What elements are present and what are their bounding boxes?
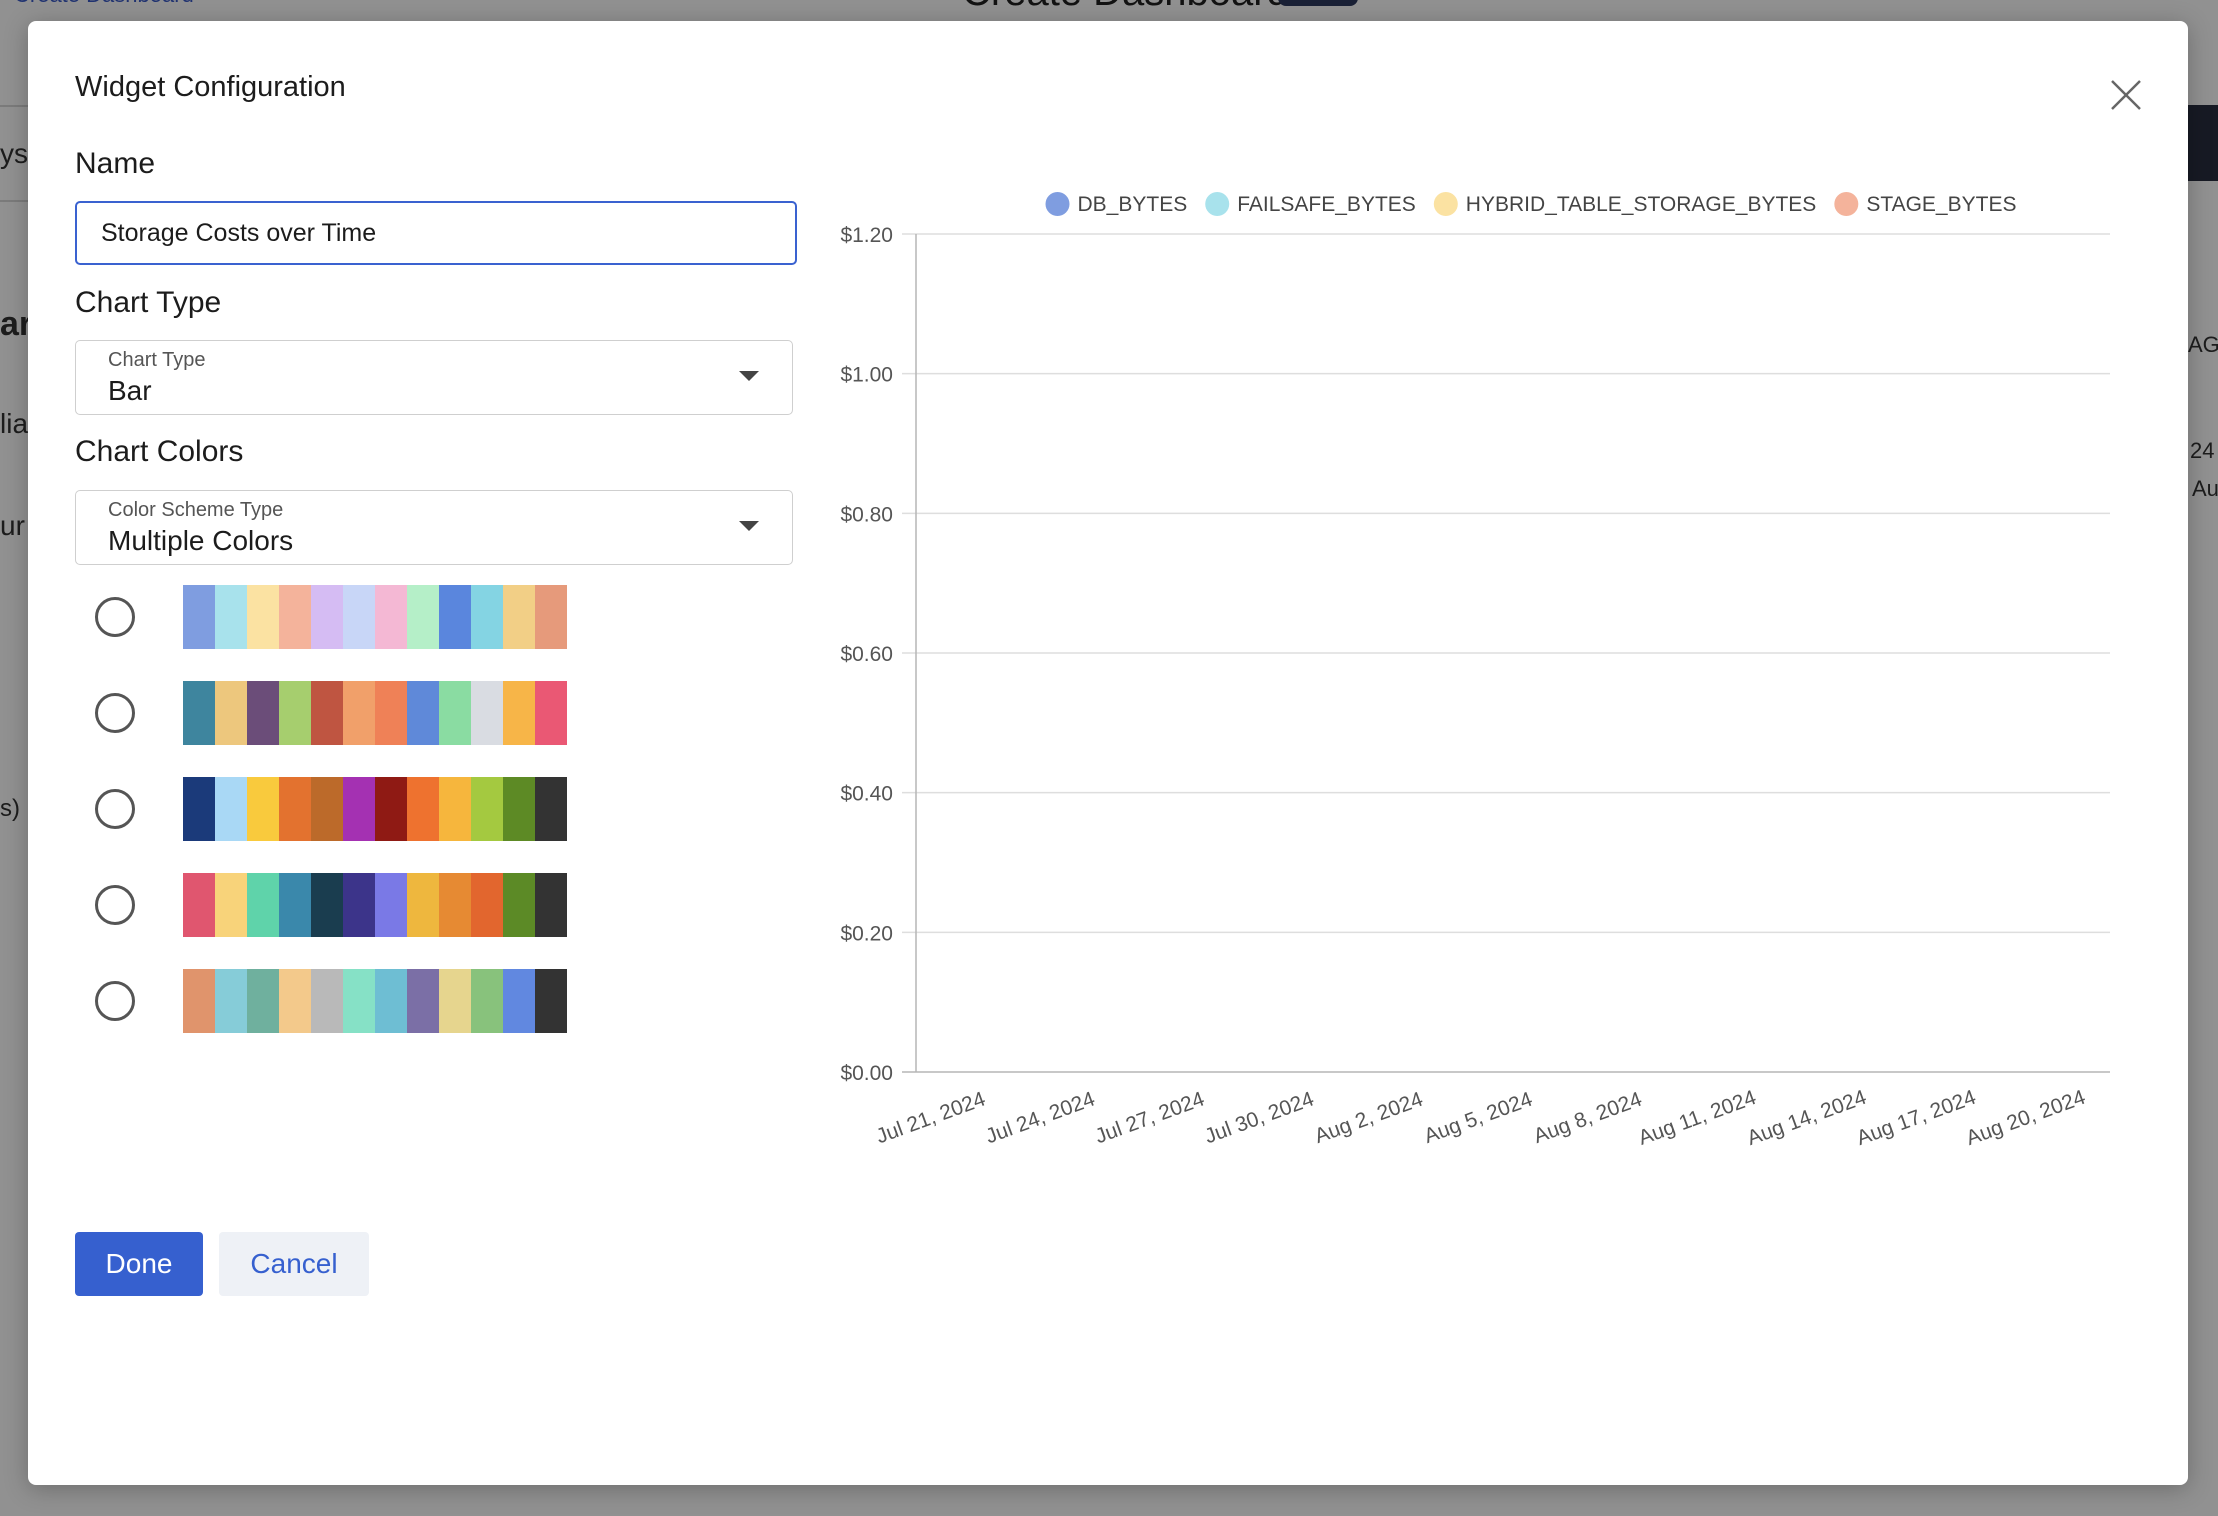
legend-dot xyxy=(1205,192,1230,216)
x-tick-label: Jul 27, 2024 xyxy=(1092,1087,1208,1148)
chart-grid xyxy=(902,233,2110,1073)
x-tick-label: Jul 24, 2024 xyxy=(983,1087,1099,1148)
storage-costs-chart: DB_BYTES FAILSAFE_BYTES HYBRID_TABLE_STORA… xyxy=(840,192,2110,1150)
chart-legend: DB_BYTES FAILSAFE_BYTES HYBRID_TABLE_STORA… xyxy=(1045,192,2016,216)
legend-dot xyxy=(1433,192,1458,216)
y-tick-label: $1.00 xyxy=(840,364,893,387)
legend-label: HYBRID_TABLE_STORAGE_BYTES xyxy=(1466,193,1817,216)
legend-item: STAGE_BYTES xyxy=(1834,192,2016,216)
x-tick-label: Aug 20, 2024 xyxy=(1963,1086,2089,1150)
y-tick-label: $0.00 xyxy=(840,1062,893,1085)
legend-dot xyxy=(1045,192,1070,216)
legend-label: STAGE_BYTES xyxy=(1866,193,2016,216)
legend-item: FAILSAFE_BYTES xyxy=(1205,192,1416,216)
legend-item: HYBRID_TABLE_STORAGE_BYTES xyxy=(1433,192,1817,216)
y-tick-label: $0.60 xyxy=(840,643,893,666)
y-axis-ticks: $0.00 $0.20 $0.40 $0.60 $0.80 $1.00 $1.20 xyxy=(840,224,893,1085)
y-tick-label: $1.20 xyxy=(840,224,893,247)
legend-label: FAILSAFE_BYTES xyxy=(1237,193,1416,216)
y-tick-label: $0.20 xyxy=(840,922,893,945)
x-tick-label: Aug 5, 2024 xyxy=(1421,1088,1536,1148)
y-tick-label: $0.80 xyxy=(840,503,893,526)
x-tick-label: Aug 11, 2024 xyxy=(1635,1086,1759,1150)
legend-dot xyxy=(1834,192,1859,216)
x-tick-label: Jul 21, 2024 xyxy=(873,1087,989,1148)
x-tick-label: Jul 30, 2024 xyxy=(1202,1087,1318,1148)
done-button[interactable]: Done xyxy=(75,1232,203,1296)
x-tick-label: Aug 2, 2024 xyxy=(1312,1088,1427,1148)
widget-configuration-modal: Widget Configuration Name Chart Type Cha… xyxy=(28,21,2188,1485)
x-tick-label: Aug 17, 2024 xyxy=(1854,1086,1980,1150)
x-axis-ticks: Jul 21, 2024Jul 24, 2024Jul 27, 2024Jul … xyxy=(873,1086,2089,1150)
cancel-button[interactable]: Cancel xyxy=(219,1232,369,1296)
x-tick-label: Aug 8, 2024 xyxy=(1531,1088,1646,1148)
x-tick-label: Aug 14, 2024 xyxy=(1744,1086,1870,1150)
legend-label: DB_BYTES xyxy=(1078,193,1188,216)
y-tick-label: $0.40 xyxy=(840,783,893,806)
legend-item: DB_BYTES xyxy=(1045,192,1188,216)
